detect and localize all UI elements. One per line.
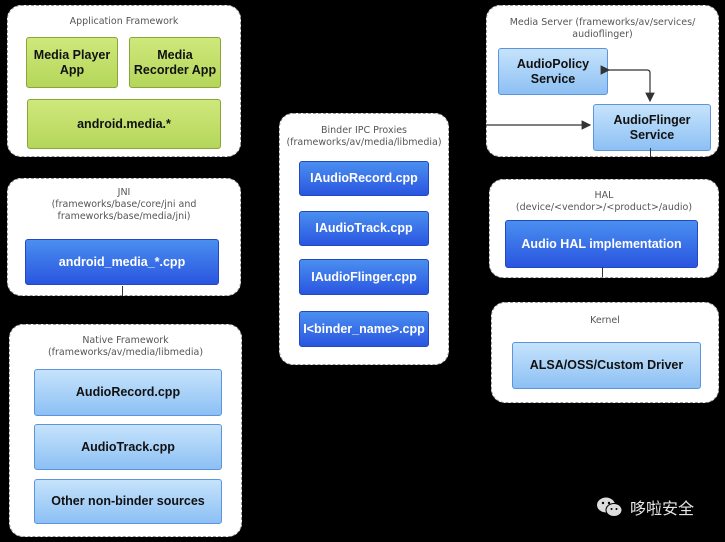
arrow-audiopolicy-audioflinger xyxy=(600,65,655,103)
wechat-icon xyxy=(597,497,623,517)
watermark: 哆啦安全 xyxy=(596,495,694,519)
arrows-layer xyxy=(486,65,655,130)
watermark-text: 哆啦安全 xyxy=(630,499,695,518)
